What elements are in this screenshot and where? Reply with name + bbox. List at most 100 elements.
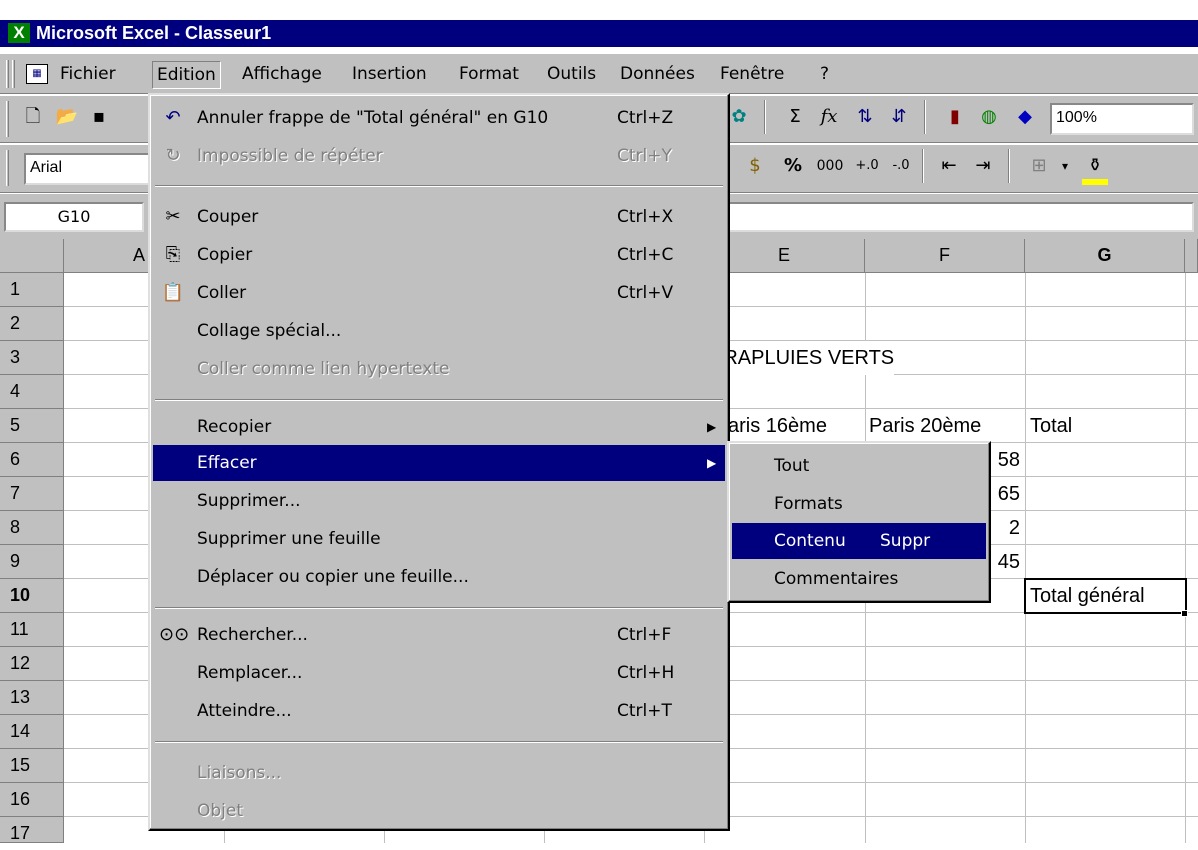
sort-ascending-icon[interactable]: ⇅ xyxy=(850,102,880,132)
new-icon[interactable]: 🗋 xyxy=(18,102,48,132)
menu-item-collage-special[interactable]: Collage spécial... xyxy=(153,313,725,349)
menu-item-deplacer-feuille[interactable]: Déplacer ou copier une feuille... xyxy=(153,559,725,595)
row-header[interactable]: 5 xyxy=(0,409,64,443)
menu-shortcut: Ctrl+F xyxy=(617,625,672,645)
fill-color-icon[interactable]: ⚱ xyxy=(1080,151,1110,181)
font-name-combo[interactable]: Arial xyxy=(24,153,154,185)
menu-fenetre[interactable]: Fenêtre xyxy=(716,61,788,89)
borders-dropdown-icon[interactable]: ▾ xyxy=(1056,151,1074,181)
menu-item-recopier[interactable]: Recopier ▶ xyxy=(153,409,725,445)
toolbar-grip[interactable] xyxy=(6,101,9,137)
map-icon[interactable]: ◍ xyxy=(974,102,1004,132)
menu-donnees[interactable]: Données xyxy=(616,61,699,89)
cell-f9[interactable]: 45 xyxy=(990,545,1020,579)
row-header[interactable]: 15 xyxy=(0,749,64,783)
row-header[interactable]: 13 xyxy=(0,681,64,715)
percent-icon[interactable]: % xyxy=(778,151,808,181)
row-header[interactable]: 12 xyxy=(0,647,64,681)
menu-item-supprimer[interactable]: Supprimer... xyxy=(153,483,725,519)
menu-item-annuler[interactable]: ↶ Annuler frappe de "Total général" en G… xyxy=(153,100,725,136)
menubar-grip-2[interactable] xyxy=(12,60,15,88)
open-icon[interactable]: 📂 xyxy=(52,102,82,132)
cell-g5[interactable]: Total xyxy=(1030,409,1072,443)
row-header[interactable]: 11 xyxy=(0,613,64,647)
menu-help[interactable]: ? xyxy=(816,61,833,89)
row-header[interactable]: 1 xyxy=(0,273,64,307)
excel-x-icon[interactable]: X xyxy=(8,23,30,43)
borders-icon[interactable]: ⊞ xyxy=(1024,151,1054,181)
menu-affichage[interactable]: Affichage xyxy=(238,61,326,89)
cell-title[interactable]: ARAPLUIES VERTS xyxy=(710,341,895,375)
menu-edition[interactable]: Edition xyxy=(152,61,221,89)
menu-item-coller[interactable]: 📋 Coller Ctrl+V xyxy=(153,275,725,311)
select-all-corner[interactable] xyxy=(0,239,64,273)
cell-f8[interactable]: 2 xyxy=(990,511,1020,545)
submenu-item-formats[interactable]: Formats xyxy=(732,486,986,522)
menu-label: Annuler frappe de "Total général" en G10 xyxy=(197,108,549,128)
menu-insertion[interactable]: Insertion xyxy=(348,61,431,89)
workbook-icon[interactable]: ▦ xyxy=(26,64,48,84)
cell-f7[interactable]: 65 xyxy=(990,477,1020,511)
menu-label: Collage spécial... xyxy=(197,321,342,341)
row-header[interactable]: 2 xyxy=(0,307,64,341)
menu-item-atteindre[interactable]: Atteindre... Ctrl+T xyxy=(153,693,725,729)
menu-item-effacer[interactable]: Effacer ▶ xyxy=(153,445,725,481)
row-header[interactable]: 14 xyxy=(0,715,64,749)
drawing-icon[interactable]: ◆ xyxy=(1010,102,1040,132)
column-header-f[interactable]: F xyxy=(865,239,1025,273)
cell-g10[interactable]: Total général xyxy=(1030,579,1145,613)
column-header-h[interactable] xyxy=(1185,239,1198,273)
menu-item-supprimer-feuille[interactable]: Supprimer une feuille xyxy=(153,521,725,557)
menu-separator xyxy=(155,607,723,609)
column-header-g[interactable]: G xyxy=(1025,239,1185,273)
menu-outils[interactable]: Outils xyxy=(543,61,600,89)
menu-item-couper[interactable]: ✂ Couper Ctrl+X xyxy=(153,199,725,235)
save-icon[interactable]: ▪ xyxy=(84,102,114,132)
effacer-submenu: Tout Formats Contenu Suppr Commentaires xyxy=(727,441,991,603)
name-box[interactable]: G10 xyxy=(4,202,144,232)
submenu-item-commentaires[interactable]: Commentaires xyxy=(732,561,986,597)
row-header[interactable]: 8 xyxy=(0,511,64,545)
cell-f5[interactable]: Paris 20ème xyxy=(869,409,982,443)
menu-item-remplacer[interactable]: Remplacer... Ctrl+H xyxy=(153,655,725,691)
menu-label: Rechercher... xyxy=(197,625,308,645)
menu-item-copier[interactable]: ⎘ Copier Ctrl+C xyxy=(153,237,725,273)
row-header[interactable]: 4 xyxy=(0,375,64,409)
paste-icon: 📋 xyxy=(161,282,185,303)
cell-f6[interactable]: 58 xyxy=(990,443,1020,477)
row-header[interactable]: 9 xyxy=(0,545,64,579)
increase-indent-icon[interactable]: ⇥ xyxy=(968,151,998,181)
chart-wizard-icon[interactable]: ▮ xyxy=(940,102,970,132)
menu-fichier[interactable]: Fichier xyxy=(56,61,120,89)
fill-handle[interactable] xyxy=(1181,610,1188,617)
row-header-active[interactable]: 10 xyxy=(0,579,64,613)
decrease-indent-icon[interactable]: ⇤ xyxy=(934,151,964,181)
submenu-item-contenu[interactable]: Contenu Suppr xyxy=(732,523,986,559)
menu-format[interactable]: Format xyxy=(455,61,523,89)
menu-label: Supprimer... xyxy=(197,491,301,511)
row-header[interactable]: 6 xyxy=(0,443,64,477)
menu-item-rechercher[interactable]: ⊙⊙ Rechercher... Ctrl+F xyxy=(153,617,725,653)
autosum-icon[interactable]: Σ xyxy=(780,102,810,132)
thousands-icon[interactable]: 000 xyxy=(812,151,848,181)
row-header[interactable]: 17 xyxy=(0,817,64,843)
increase-decimal-icon[interactable]: +.0 xyxy=(852,151,882,181)
currency-icon[interactable]: $ xyxy=(740,151,770,181)
menu-label: Remplacer... xyxy=(197,663,303,683)
menu-separator xyxy=(155,399,723,401)
cell-e5[interactable]: aris 16ème xyxy=(728,409,827,443)
decrease-decimal-icon[interactable]: -.0 xyxy=(886,151,916,181)
zoom-combo[interactable]: 100% xyxy=(1050,103,1194,135)
row-header[interactable]: 16 xyxy=(0,783,64,817)
submenu-item-tout[interactable]: Tout xyxy=(732,448,986,484)
function-icon[interactable]: fx xyxy=(814,102,844,132)
menu-label: Contenu xyxy=(774,531,846,551)
menu-item-liaisons: Liaisons... xyxy=(153,755,725,791)
menubar-grip[interactable] xyxy=(6,60,9,88)
toolbar-separator xyxy=(764,100,766,134)
row-header[interactable]: 7 xyxy=(0,477,64,511)
toolbar-grip-2[interactable] xyxy=(6,150,9,186)
sort-descending-icon[interactable]: ⇵ xyxy=(884,102,914,132)
row-header[interactable]: 3 xyxy=(0,341,64,375)
menu-shortcut: Suppr xyxy=(880,531,931,551)
